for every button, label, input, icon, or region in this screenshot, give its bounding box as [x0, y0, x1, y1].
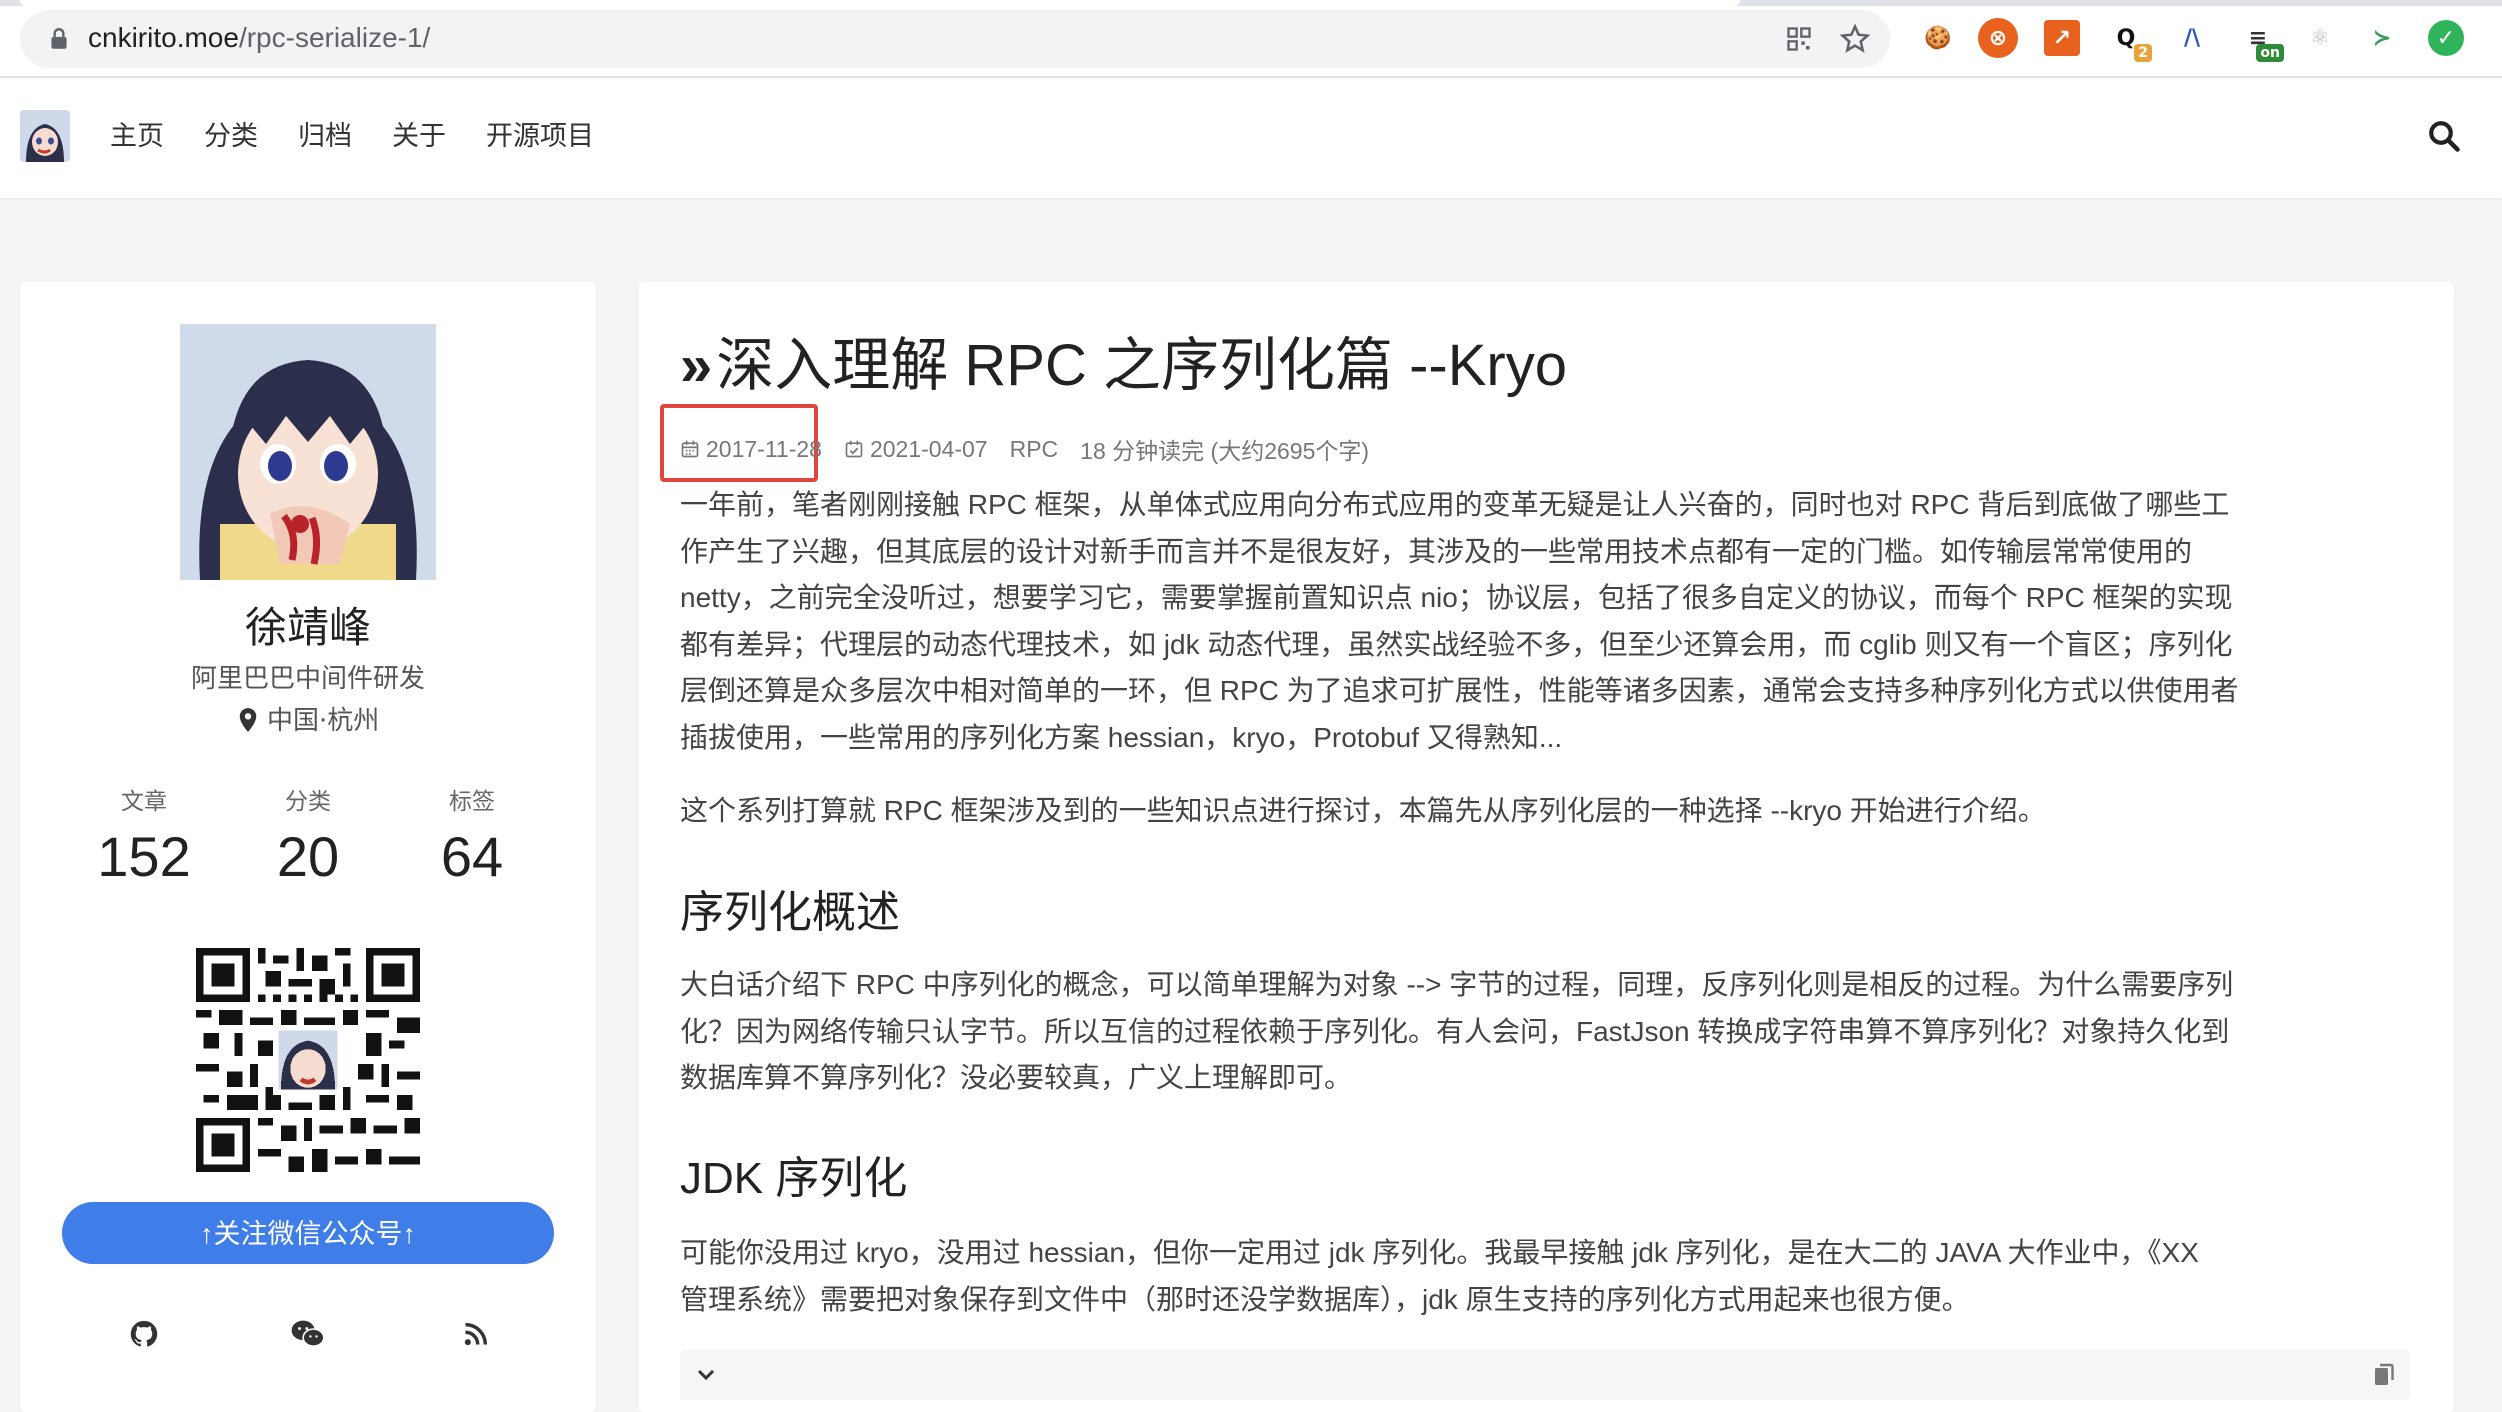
chevron-down-icon[interactable]	[694, 1362, 718, 1386]
location-text: 中国·杭州	[267, 706, 380, 736]
qr-code-icon[interactable]	[1782, 22, 1816, 56]
stat-tags[interactable]: 标签 64	[390, 782, 554, 889]
section1-paragraph: 大白话介绍下 RPC 中序列化的概念，可以简单理解为对象 --> 字节的过程，同…	[680, 962, 2410, 1102]
meta-created: 2017-11-28	[680, 436, 822, 463]
ext-rsshub-label: ⊗	[1988, 25, 2008, 51]
text-line: 这个系列打算就 RPC 框架涉及到的一些知识点进行探讨，本篇先从序列化层的一种选…	[680, 795, 2046, 826]
bookmark-star-icon[interactable]	[1838, 22, 1872, 56]
text-line: 化？因为网络传输只认字节。所以互信的过程依赖于序列化。有人会问，FastJson…	[680, 1015, 2230, 1047]
active-tab-edge	[20, 0, 1740, 6]
text-line: netty，之前完全没听过，想要学习它，需要掌握前置知识点 nio；协议层，包括…	[680, 582, 2233, 613]
wechat-qr-code	[196, 948, 420, 1172]
ext-altair-label: /\	[2183, 25, 2201, 51]
series-note: 这个系列打算就 RPC 框架涉及到的一些知识点进行探讨，本篇先从序列化层的一种选…	[680, 788, 2410, 835]
address-bar[interactable]: cnkirito.moe/rpc-serialize-1/	[20, 10, 1890, 68]
stat-value: 20	[276, 825, 340, 888]
text-line: 都有差异；代理层的动态代理技术，如 jdk 动态代理，虽然实战经验不多，但至少还…	[680, 628, 2233, 660]
lock-icon[interactable]	[46, 26, 72, 52]
meta-updated: 2021-04-07	[844, 436, 988, 463]
ext-cookie-icon[interactable]: 🍪	[1918, 18, 1958, 58]
ext-react-devtools-icon[interactable]: ⚛	[2300, 18, 2340, 58]
stat-label: 文章	[121, 789, 167, 815]
ext-analytics-label: ↗	[2052, 25, 2072, 51]
calendar-check-icon	[845, 440, 863, 458]
text-line: 作产生了兴趣，但其底层的设计对新手而言并不是很友好，其涉及的一些常用技术点都有一…	[680, 535, 2193, 567]
stat-label: 标签	[449, 789, 495, 815]
ext-cookie-label: 🍪	[1924, 25, 1952, 51]
follow-wechat-button[interactable]: ↑关注微信公众号↑	[62, 1202, 554, 1264]
stat-value: 152	[97, 825, 191, 888]
nav-home[interactable]: 主页	[110, 114, 164, 158]
main-nav: 主页 分类 归档 关于 开源项目	[110, 114, 634, 158]
section-heading-serialization-overview: 序列化概述	[680, 888, 900, 937]
ext-bird-label: ≻	[2372, 25, 2392, 51]
site-logo[interactable]	[20, 110, 70, 162]
url-text[interactable]: cnkirito.moe/rpc-serialize-1/	[88, 22, 430, 54]
text-line: 一年前，笔者刚刚接触 RPC 框架，从单体式应用向分布式应用的变革无疑是让人兴奋…	[680, 489, 2230, 520]
ext-vue-label: ✓	[2436, 25, 2456, 51]
ext-react-label: ⚛	[2310, 25, 2330, 51]
github-icon[interactable]	[124, 1314, 164, 1354]
calendar-icon	[681, 440, 699, 458]
ext-octotree-label: Q	[2116, 25, 2136, 51]
nav-categories[interactable]: 分类	[204, 114, 258, 158]
nav-archives[interactable]: 归档	[298, 114, 352, 158]
rss-icon[interactable]	[456, 1314, 496, 1354]
ext-bird-icon[interactable]: ≻	[2362, 18, 2402, 58]
ext-altair-icon[interactable]: /\	[2172, 18, 2212, 58]
ext-list-icon[interactable]: ≡ on	[2238, 18, 2284, 62]
intro-paragraph: 一年前，笔者刚刚接触 RPC 框架，从单体式应用向分布式应用的变革无疑是让人兴奋…	[680, 482, 2410, 761]
author-location: 中国·杭州	[20, 700, 596, 737]
nav-open-source[interactable]: 开源项目	[486, 114, 594, 158]
updated-date: 2021-04-07	[869, 435, 988, 462]
meta-category[interactable]: RPC	[1010, 436, 1059, 463]
created-date: 2017-11-28	[706, 435, 822, 462]
title-chevron-icon: »	[680, 333, 713, 398]
browser-toolbar: cnkirito.moe/rpc-serialize-1/ 🍪 ⊗ ↗ Q2 /…	[0, 0, 2502, 78]
ext-list-badge: on	[2256, 44, 2284, 62]
text-line: 插拔使用，一些常用的序列化方案 hessian，kryo，Protobuf 又得…	[680, 721, 1563, 753]
ext-analytics-icon[interactable]: ↗	[2044, 20, 2080, 56]
url-path: /rpc-serialize-1/	[238, 22, 431, 53]
section2-paragraph: 可能你没用过 kryo，没用过 hessian，但你一定用过 jdk 序列化。我…	[680, 1230, 2410, 1323]
nav-about[interactable]: 关于	[392, 114, 446, 158]
text-line: 数据库算不算序列化？没必要较真，广义上理解即可。	[680, 1062, 1353, 1093]
code-block-header	[680, 1350, 2410, 1400]
ext-octotree-icon[interactable]: Q2	[2106, 18, 2152, 62]
location-pin-icon	[239, 708, 256, 732]
stat-articles[interactable]: 文章 152	[62, 782, 226, 889]
profile-sidebar: 徐靖峰 阿里巴巴中间件研发 中国·杭州 文章 152 分类 20 标签 64 ↑…	[20, 282, 596, 1412]
url-host: cnkirito.moe	[88, 22, 239, 53]
meta-reading-time: 18 分钟读完 (大约2695个字)	[1080, 438, 1370, 464]
stat-value: 64	[440, 825, 504, 888]
text-line: 大白话介绍下 RPC 中序列化的概念，可以简单理解为对象 --> 字节的过程，同…	[680, 969, 2234, 1000]
author-description: 阿里巴巴中间件研发	[190, 664, 425, 694]
copy-icon[interactable]	[2372, 1362, 2396, 1388]
ext-octotree-badge: 2	[2134, 44, 2152, 62]
site-header: 主页 分类 归档 关于 开源项目	[0, 78, 2502, 198]
ext-rsshub-icon[interactable]: ⊗	[1978, 18, 2018, 58]
stat-label: 分类	[285, 789, 331, 815]
stats-row: 文章 152 分类 20 标签 64	[20, 782, 596, 889]
author-name: 徐靖峰	[244, 603, 371, 652]
section-heading-jdk-serialization: JDK 序列化	[680, 1154, 908, 1203]
post-meta: 2017-11-28 2021-04-07 RPC 18 分钟读完 (大约269…	[680, 432, 1391, 466]
wechat-icon[interactable]	[288, 1314, 328, 1354]
author-avatar	[180, 324, 436, 580]
stat-categories[interactable]: 分类 20	[226, 782, 390, 889]
search-icon[interactable]	[2426, 118, 2462, 154]
post-title-text: 深入理解 RPC 之序列化篇 --Kryo	[716, 333, 1567, 398]
text-line: 层倒还算是众多层次中相对简单的一环，但 RPC 为了追求可扩展性，性能等诸多因素…	[680, 675, 2239, 706]
text-line: 可能你没用过 kryo，没用过 hessian，但你一定用过 jdk 序列化。我…	[680, 1237, 2199, 1268]
ext-vue-devtools-icon[interactable]: ✓	[2428, 20, 2464, 56]
post-title: »深入理解 RPC 之序列化篇 --Kryo	[680, 318, 1567, 402]
text-line: 管理系统》需要把对象保存到文件中（那时还没学数据库），jdk 原生支持的序列化方…	[680, 1283, 1970, 1315]
article-card: »深入理解 RPC 之序列化篇 --Kryo 2017-11-28 2021-0…	[638, 282, 2454, 1412]
